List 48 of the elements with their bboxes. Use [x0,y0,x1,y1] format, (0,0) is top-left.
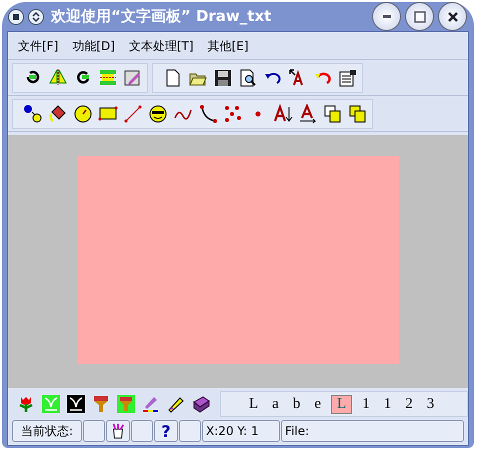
label-character: 2 [404,396,414,412]
dropdown-icon[interactable] [28,8,44,24]
label-character: 3 [426,396,436,412]
maximize-icon [414,10,426,22]
label-character: e [313,396,322,412]
arc-icon [198,104,218,124]
flip-icon [48,68,68,88]
help-icon[interactable]: ? [154,420,178,442]
minimize-button[interactable] [372,2,401,31]
scatter-icon [223,104,243,124]
clock-icon [73,104,93,124]
line-icon [123,104,143,124]
emoji-icon [148,104,168,124]
magnifier-icon [238,68,258,88]
system-menu-icon[interactable] [8,8,24,24]
maximize-button[interactable] [405,2,434,31]
marker-icon [141,394,161,414]
clipboard-icon [338,68,358,88]
minimize-icon [382,15,390,18]
save-icon [213,68,233,88]
font-size-icon [273,104,293,124]
brush-icon [116,394,136,414]
window-title: 欢迎使用“文字画板” Draw_txt [51,7,272,26]
layers-icon [348,104,368,124]
label-character: 1 [361,396,371,412]
label-character: a [271,396,280,412]
menu-item[interactable]: 功能[D] [72,38,115,55]
label-character: L [331,394,352,414]
menu-item[interactable]: 文本处理[T] [128,38,194,55]
menu-item[interactable]: 文件[F] [18,38,58,55]
file-name-text: File: [281,420,464,442]
label-character: L [248,396,260,412]
brush-icon [91,394,111,414]
close-button[interactable] [438,2,467,31]
pencil-cup-icon [110,422,126,440]
menu-item[interactable]: 其他[E] [208,38,249,55]
resize-icon [98,68,118,88]
pencil-icon [123,68,143,88]
label-character: 1 [382,396,392,412]
label-character: b [292,396,302,412]
status-cell [179,420,202,442]
dots-icon [23,104,43,124]
font-icon [298,104,318,124]
close-icon [446,10,458,22]
point-icon [255,111,261,117]
status-label: 当前状态: [12,420,82,442]
copy-icon [323,104,343,124]
coordinates-text: X:20 Y: 1 [202,420,280,442]
